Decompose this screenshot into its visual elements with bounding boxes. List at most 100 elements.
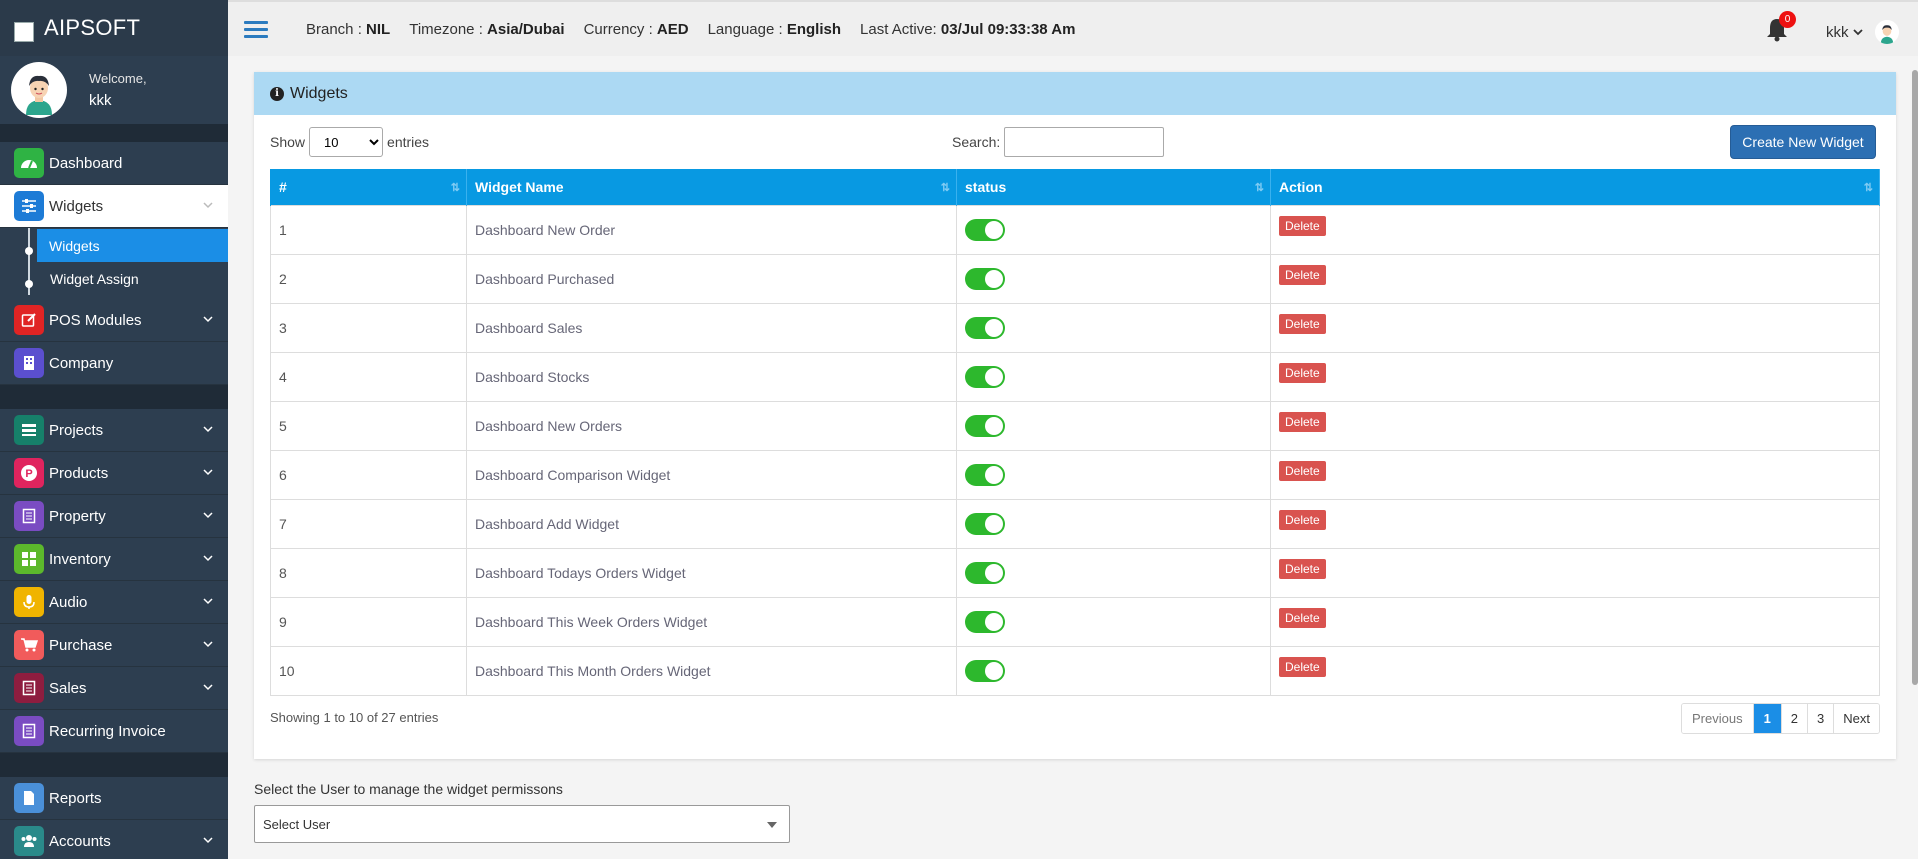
status-toggle[interactable]	[965, 365, 1005, 388]
sidebar-item-label: Purchase	[49, 636, 113, 654]
search-control: Search:	[952, 127, 1165, 157]
cell-widget-name: Dashboard New Orders	[466, 400, 957, 451]
edit-icon	[14, 305, 44, 335]
delete-button[interactable]: Delete	[1279, 313, 1326, 334]
sidebar-item-label: Audio	[49, 593, 88, 611]
sidebar-item-property[interactable]: Property	[0, 495, 228, 538]
column-header-number[interactable]: # ⇅	[270, 169, 467, 205]
delete-button[interactable]: Delete	[1279, 656, 1326, 677]
column-header-status[interactable]: status ⇅	[956, 169, 1271, 205]
cell-status	[956, 645, 1271, 696]
page-length-select[interactable]: 10	[309, 127, 384, 157]
delete-button[interactable]: Delete	[1279, 460, 1326, 481]
chevron-down-icon	[1852, 29, 1863, 36]
select-user-dropdown[interactable]: Select User	[254, 805, 790, 843]
status-toggle[interactable]	[965, 512, 1005, 535]
sidebar-item-dashboard[interactable]: Dashboard	[0, 142, 228, 185]
table-row: 7 Dashboard Add Widget Delete	[270, 498, 1880, 549]
svg-text:P: P	[25, 468, 32, 480]
menu-toggle-icon[interactable]	[244, 17, 268, 42]
currency-value: AED	[656, 20, 689, 38]
delete-button[interactable]: Delete	[1279, 411, 1326, 432]
pagination-page-2[interactable]: 2	[1781, 704, 1809, 733]
sales-icon	[14, 673, 44, 703]
sidebar-item-inventory[interactable]: Inventory	[0, 538, 228, 581]
cell-number: 6	[270, 449, 467, 500]
cell-status	[956, 547, 1271, 598]
cell-number: 9	[270, 596, 467, 647]
cell-action: Delete	[1270, 253, 1880, 304]
cell-widget-name: Dashboard Stocks	[466, 351, 957, 402]
delete-button[interactable]: Delete	[1279, 607, 1326, 628]
top-header: Branch : NIL Timezone : Asia/Dubai Curre…	[228, 0, 1918, 56]
sidebar-item-label: Projects	[49, 421, 104, 439]
cell-status	[956, 253, 1271, 304]
info-icon: i	[270, 86, 284, 101]
branch-info: Branch : NIL	[306, 20, 391, 38]
status-toggle[interactable]	[965, 610, 1005, 633]
sidebar-item-pos-modules[interactable]: POS Modules	[0, 299, 228, 342]
cell-widget-name: Dashboard This Week Orders Widget	[466, 596, 957, 647]
table-row: 8 Dashboard Todays Orders Widget Delete	[270, 547, 1880, 598]
pagination-previous[interactable]: Previous	[1681, 704, 1754, 733]
dashboard-icon	[14, 148, 44, 178]
cell-number: 8	[270, 547, 467, 598]
chevron-down-icon	[203, 641, 213, 648]
user-menu-name: kkk	[1826, 23, 1849, 41]
sidebar-item-widgets[interactable]: Widgets	[0, 185, 228, 228]
notification-bell-icon[interactable]: 0	[1764, 11, 1796, 44]
sidebar-item-products[interactable]: P Products	[0, 452, 228, 495]
delete-button[interactable]: Delete	[1279, 558, 1326, 579]
cell-action: Delete	[1270, 498, 1880, 549]
entries-label: entries	[387, 134, 430, 150]
cell-status	[956, 400, 1271, 451]
delete-button[interactable]: Delete	[1279, 264, 1326, 285]
sidebar-item-projects[interactable]: Projects	[0, 409, 228, 452]
avatar	[11, 62, 67, 118]
cell-status	[956, 351, 1271, 402]
column-header-action[interactable]: Action ⇅	[1270, 169, 1880, 205]
sidebar-item-accounts[interactable]: Accounts	[0, 820, 228, 859]
caret-down-icon	[767, 822, 777, 828]
submenu-item-widgets[interactable]: Widgets	[37, 229, 228, 262]
create-new-widget-button[interactable]: Create New Widget	[1730, 125, 1876, 159]
sidebar-item-audio[interactable]: Audio	[0, 581, 228, 624]
delete-button[interactable]: Delete	[1279, 215, 1326, 236]
table-row: 3 Dashboard Sales Delete	[270, 302, 1880, 353]
search-label: Search:	[952, 134, 1001, 150]
delete-button[interactable]: Delete	[1279, 509, 1326, 530]
search-input[interactable]	[1004, 127, 1165, 157]
brand[interactable]: AIPSOFT	[0, 0, 228, 56]
pagination-page-1[interactable]: 1	[1753, 704, 1782, 733]
status-toggle[interactable]	[965, 316, 1005, 339]
sidebar-item-reports[interactable]: Reports	[0, 777, 228, 820]
user-menu[interactable]: kkk	[1826, 20, 1899, 44]
status-toggle[interactable]	[965, 414, 1005, 437]
language-value: English	[786, 20, 842, 38]
cell-number: 2	[270, 253, 467, 304]
building-icon	[14, 348, 44, 378]
status-toggle[interactable]	[965, 218, 1005, 241]
sidebar-item-sales[interactable]: Sales	[0, 667, 228, 710]
sidebar-item-recurring-invoice[interactable]: Recurring Invoice	[0, 710, 228, 753]
pagination-page-3[interactable]: 3	[1808, 704, 1835, 733]
status-toggle[interactable]	[965, 267, 1005, 290]
sidebar-item-label: Company	[49, 354, 114, 372]
pagination-next[interactable]: Next	[1834, 704, 1879, 733]
sidebar-item-purchase[interactable]: Purchase	[0, 624, 228, 667]
table-row: 5 Dashboard New Orders Delete	[270, 400, 1880, 451]
delete-button[interactable]: Delete	[1279, 362, 1326, 383]
widgets-table: # ⇅ Widget Name ⇅ status ⇅ Action ⇅ 1 Dashbo…	[270, 169, 1880, 696]
status-toggle[interactable]	[965, 659, 1005, 682]
column-header-widget-name[interactable]: Widget Name ⇅	[466, 169, 957, 205]
submenu-item-widget-assign[interactable]: Widget Assign	[0, 262, 228, 295]
cell-status	[956, 596, 1271, 647]
cell-action: Delete	[1270, 596, 1880, 647]
sidebar-item-company[interactable]: Company	[0, 342, 228, 385]
status-toggle[interactable]	[965, 463, 1005, 486]
status-toggle[interactable]	[965, 561, 1005, 584]
table-info-text: Showing 1 to 10 of 27 entries	[270, 710, 439, 725]
page-scrollbar[interactable]	[1912, 70, 1918, 685]
cell-action: Delete	[1270, 302, 1880, 353]
chevron-down-icon	[203, 426, 213, 433]
